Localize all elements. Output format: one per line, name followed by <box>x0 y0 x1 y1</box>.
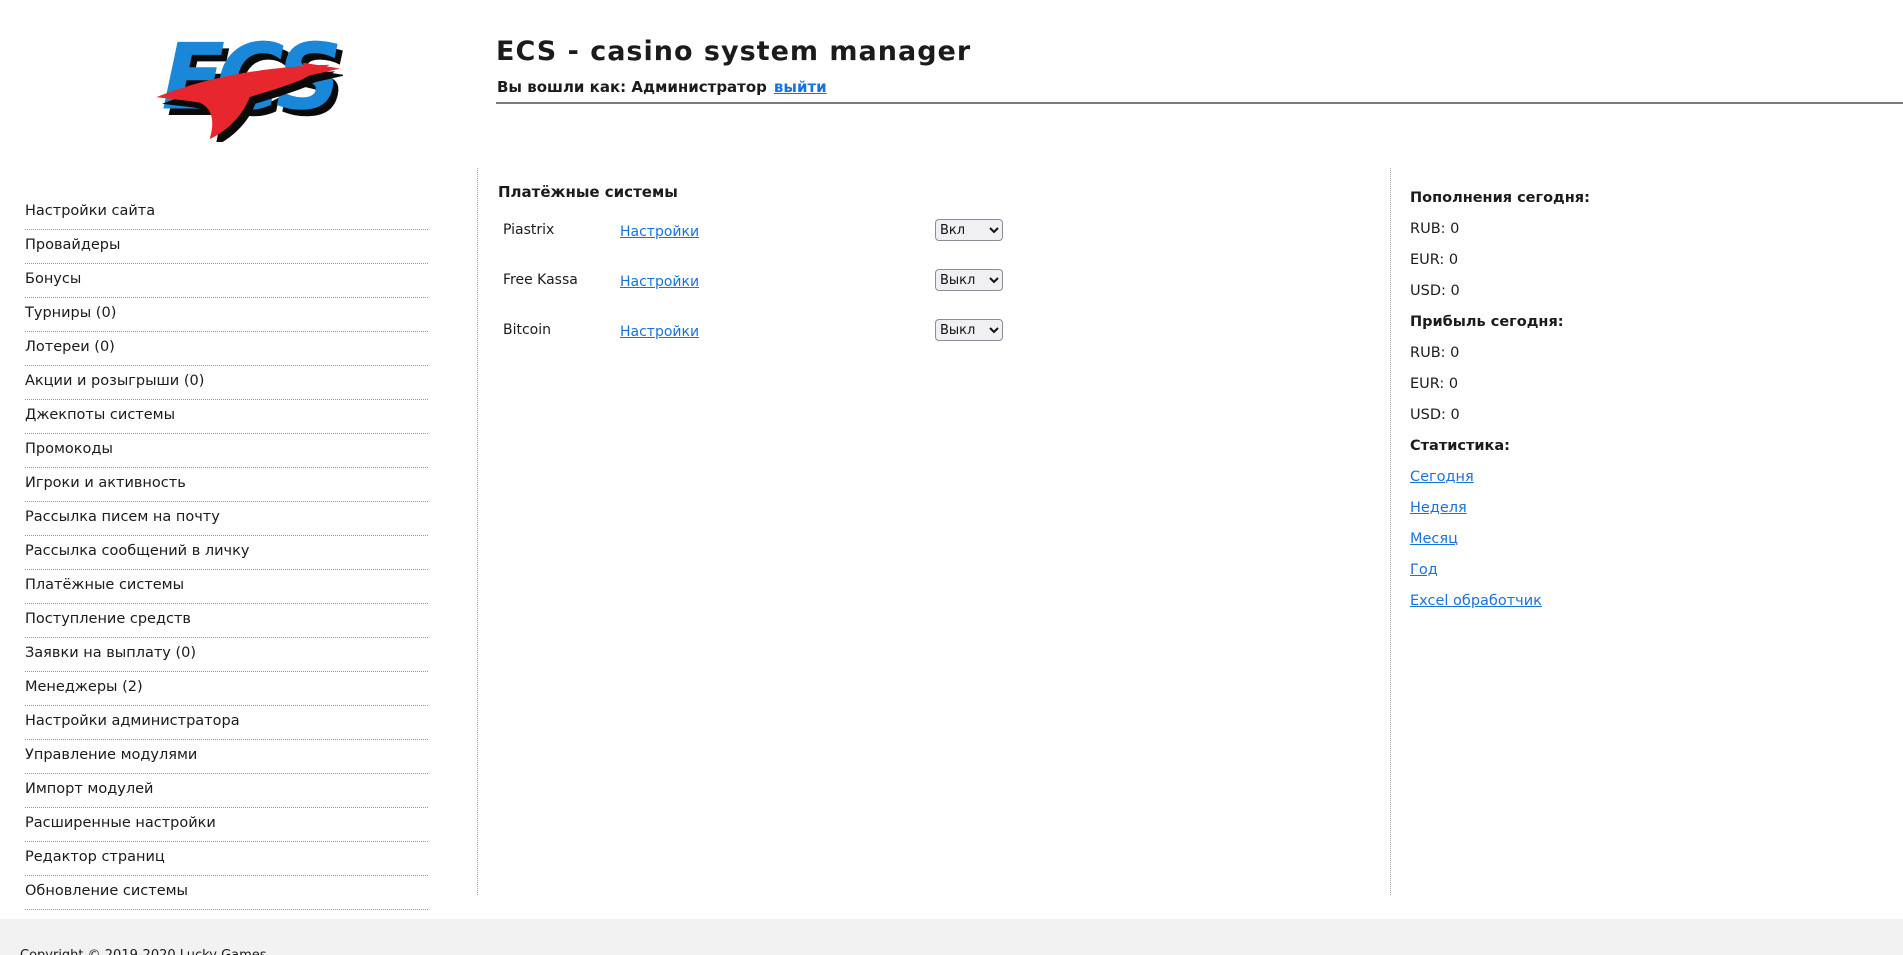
login-status: Вы вошли как: Администратор выйти <box>497 78 827 96</box>
payments-heading: Платёжные системы <box>498 183 678 201</box>
profit-value: EUR: 0 <box>1410 375 1459 392</box>
sidebar-menu: Настройки сайта Провайдеры Бонусы Турнир… <box>25 196 428 910</box>
sidebar-menu-item[interactable]: Поступление средств <box>25 604 428 638</box>
sidebar-menu-item[interactable]: Менеджеры (2) <box>25 672 428 706</box>
payment-state-select[interactable]: ВклВыкл <box>935 269 1003 291</box>
stats-panel: Пополнения сегодня: RUB: 0 EUR: 0 USD: 0… <box>1410 182 1730 616</box>
profit-heading: Прибыль сегодня: <box>1410 313 1564 330</box>
sidebar-menu-item[interactable]: Бонусы <box>25 264 428 298</box>
sidebar-menu-item[interactable]: Заявки на выплату (0) <box>25 638 428 672</box>
deposits-values: RUB: 0 EUR: 0 USD: 0 <box>1410 213 1730 306</box>
copyright-text: Copyright © 2019-2020 Lucky Games <box>20 948 267 955</box>
statistics-link-row: Месяц <box>1410 523 1730 554</box>
statistics-period-link[interactable]: Месяц <box>1410 531 1458 547</box>
sidebar-menu-item[interactable]: Лотереи (0) <box>25 332 428 366</box>
payments-list: Piastrix Настройки ВклВыкл Free Kassa На… <box>503 205 1063 355</box>
sidebar-menu-item[interactable]: Платёжные системы <box>25 570 428 604</box>
sidebar-menu-item[interactable]: Турниры (0) <box>25 298 428 332</box>
deposits-heading: Пополнения сегодня: <box>1410 189 1590 206</box>
sidebar-menu-item[interactable]: Промокоды <box>25 434 428 468</box>
ecs-logo[interactable]: ECS ECS <box>143 16 343 142</box>
payment-name: Free Kassa <box>503 272 578 288</box>
sidebar-menu-item[interactable]: Рассылка писем на почту <box>25 502 428 536</box>
profit-values: RUB: 0 EUR: 0 USD: 0 <box>1410 337 1730 430</box>
logout-link[interactable]: выйти <box>774 78 827 96</box>
statistics-link-row: Сегодня <box>1410 461 1730 492</box>
deposit-value: RUB: 0 <box>1410 220 1460 237</box>
sidebar-menu-item[interactable]: Расширенные настройки <box>25 808 428 842</box>
sidebar-menu-item[interactable]: Джекпоты системы <box>25 400 428 434</box>
payment-settings-link[interactable]: Настройки <box>620 274 699 290</box>
admin-page: ECS ECS ECS - casino system manager Вы в… <box>0 0 1903 955</box>
statistics-link-row: Excel обработчик <box>1410 585 1730 616</box>
payment-settings-link[interactable]: Настройки <box>620 324 699 340</box>
payment-settings-cell: Настройки <box>620 221 935 240</box>
header-divider <box>496 102 1903 104</box>
sidebar-menu-item[interactable]: Настройки администратора <box>25 706 428 740</box>
payment-row: Free Kassa Настройки ВклВыкл <box>503 255 1063 305</box>
sidebar-menu-item[interactable]: Игроки и активность <box>25 468 428 502</box>
statistics-link-row: Год <box>1410 554 1730 585</box>
footer: Copyright © 2019-2020 Lucky Games <box>0 919 1903 955</box>
sidebar-menu-item[interactable]: Провайдеры <box>25 230 428 264</box>
sidebar-menu-item[interactable]: Редактор страниц <box>25 842 428 876</box>
statistics-period-link[interactable]: Сегодня <box>1410 469 1474 485</box>
sidebar-menu-item[interactable]: Акции и розыгрыши (0) <box>25 366 428 400</box>
deposit-value: EUR: 0 <box>1410 251 1459 268</box>
statistics-heading: Статистика: <box>1410 437 1510 454</box>
sidebar-menu-item[interactable]: Обновление системы <box>25 876 428 910</box>
payment-name: Piastrix <box>503 222 555 238</box>
payment-settings-link[interactable]: Настройки <box>620 224 699 240</box>
statistics-link-row: Неделя <box>1410 492 1730 523</box>
statistics-period-link[interactable]: Неделя <box>1410 500 1467 516</box>
statistics-period-link[interactable]: Excel обработчик <box>1410 593 1542 609</box>
sidebar-menu-item[interactable]: Управление модулями <box>25 740 428 774</box>
payment-state-select[interactable]: ВклВыкл <box>935 319 1003 341</box>
divider-main-stats <box>1390 168 1391 895</box>
payment-state-select[interactable]: ВклВыкл <box>935 219 1003 241</box>
profit-value: RUB: 0 <box>1410 344 1460 361</box>
payment-row: Piastrix Настройки ВклВыкл <box>503 205 1063 255</box>
page-title: ECS - casino system manager <box>496 36 972 67</box>
deposit-value: USD: 0 <box>1410 282 1460 299</box>
statistics-period-link[interactable]: Год <box>1410 562 1438 578</box>
payment-settings-cell: Настройки <box>620 271 935 290</box>
payment-row: Bitcoin Настройки ВклВыкл <box>503 305 1063 355</box>
login-status-text: Вы вошли как: Администратор <box>497 78 767 96</box>
payment-name: Bitcoin <box>503 322 552 338</box>
sidebar-menu-item[interactable]: Рассылка сообщений в личку <box>25 536 428 570</box>
payment-settings-cell: Настройки <box>620 321 935 340</box>
profit-value: USD: 0 <box>1410 406 1460 423</box>
sidebar-menu-item[interactable]: Настройки сайта <box>25 196 428 230</box>
divider-sidebar-main <box>477 168 478 895</box>
sidebar-menu-item[interactable]: Импорт модулей <box>25 774 428 808</box>
statistics-links: Сегодня Неделя Месяц Год Excel обработчи… <box>1410 461 1730 616</box>
